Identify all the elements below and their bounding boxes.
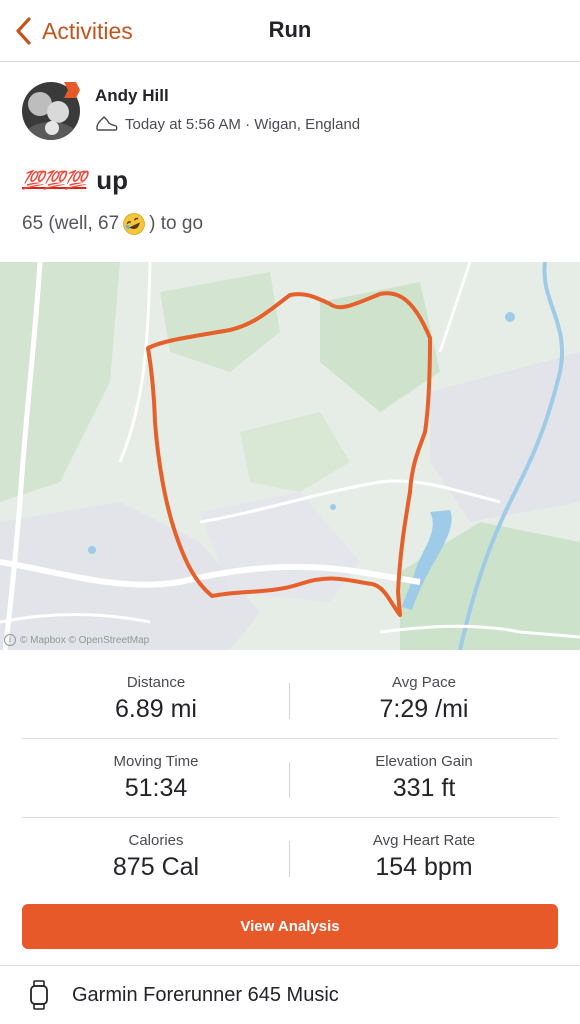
athlete-name[interactable]: Andy Hill — [95, 86, 169, 106]
activity-time-location: Today at 5:56 AM · Wigan, England — [125, 115, 361, 133]
stats-row: Distance 6.89 mi Avg Pace 7:29 /mi — [22, 660, 558, 739]
watch-icon — [30, 980, 48, 1010]
description-text-after: ) to go — [149, 213, 204, 234]
map-attribution-text: © Mapbox © OpenStreetMap — [20, 634, 150, 646]
stat-value: 331 ft — [392, 774, 456, 802]
navigation-bar: Activities Run — [0, 0, 580, 62]
map-attribution: i © Mapbox © OpenStreetMap — [4, 634, 149, 646]
stat-avg-pace: Avg Pace 7:29 /mi — [290, 674, 558, 724]
stat-value: 875 Cal — [112, 853, 200, 881]
stat-label: Moving Time — [113, 753, 199, 770]
activity-title-text: up — [96, 165, 129, 195]
rofl-emoji-icon — [123, 213, 146, 235]
device-row[interactable]: Garmin Forerunner 645 Music — [0, 965, 580, 1024]
stats-row: Moving Time 51:34 Elevation Gain 331 ft — [22, 739, 558, 818]
stats-row: Calories 875 Cal Avg Heart Rate 154 bpm — [22, 818, 558, 897]
view-analysis-button[interactable]: View Analysis — [22, 904, 558, 949]
stat-label: Distance — [126, 674, 186, 691]
premium-badge-icon — [64, 82, 80, 98]
page-title: Run — [268, 17, 312, 42]
stat-avg-heart-rate: Avg Heart Rate 154 bpm — [290, 832, 558, 882]
stat-value: 51:34 — [124, 774, 188, 802]
device-name: Garmin Forerunner 645 Music — [72, 983, 339, 1006]
stat-calories: Calories 875 Cal — [22, 832, 290, 882]
athlete-header: Andy Hill Today at 5:56 AM · Wigan, Engl… — [22, 80, 562, 144]
route-map[interactable]: i © Mapbox © OpenStreetMap — [0, 262, 580, 650]
info-icon[interactable]: i — [4, 634, 16, 646]
hundred-points-emoji: 💯💯💯 — [22, 170, 87, 191]
stat-value: 7:29 /mi — [379, 695, 469, 723]
stat-label: Avg Pace — [392, 674, 456, 691]
description-text-before: 65 (well, 67 — [22, 213, 120, 234]
stats-grid: Distance 6.89 mi Avg Pace 7:29 /mi Movin… — [22, 660, 558, 897]
stat-label: Elevation Gain — [375, 753, 473, 770]
stat-moving-time: Moving Time 51:34 — [22, 753, 290, 803]
activity-title: 💯💯💯 up — [22, 165, 128, 196]
activity-description: 65 (well, 67 ) to go — [22, 212, 203, 236]
stat-elevation-gain: Elevation Gain 331 ft — [290, 753, 558, 803]
stat-value: 154 bpm — [375, 853, 473, 881]
shoe-icon — [96, 116, 118, 131]
stat-value: 6.89 mi — [115, 695, 197, 723]
stat-label: Avg Heart Rate — [372, 832, 476, 849]
stat-label: Calories — [128, 832, 184, 849]
activity-meta: Today at 5:56 AM · Wigan, England — [95, 114, 360, 134]
stat-distance: Distance 6.89 mi — [22, 674, 290, 724]
